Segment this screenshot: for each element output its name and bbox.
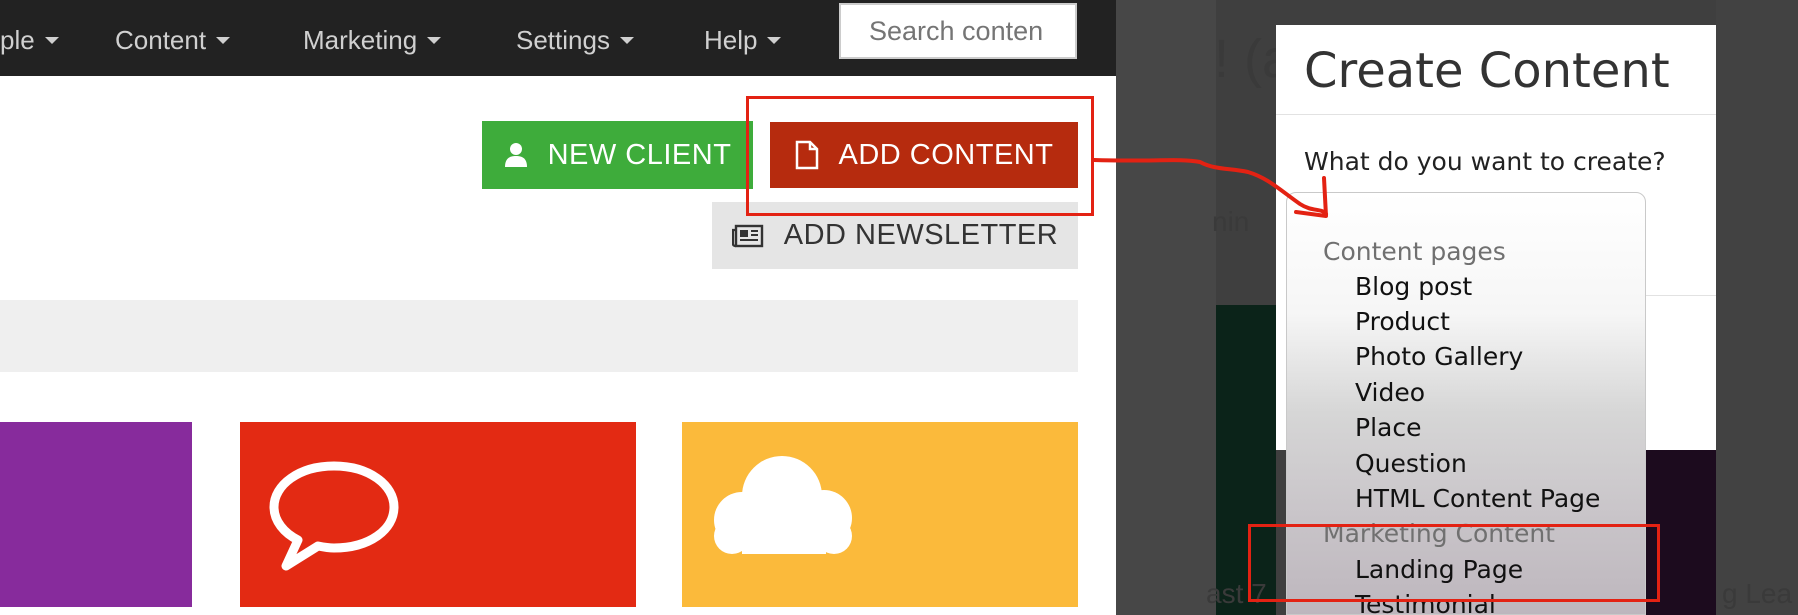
option-photo-gallery[interactable]: Photo Gallery — [1355, 342, 1523, 371]
highlight-box-landing-page — [1248, 524, 1660, 602]
modal-question-label: What do you want to create? — [1304, 147, 1666, 176]
caret-down-icon — [44, 36, 59, 44]
option-question[interactable]: Question — [1355, 449, 1467, 478]
cloud-icon — [714, 456, 852, 554]
modal-title: Create Content — [1304, 43, 1670, 99]
caret-down-icon — [619, 36, 634, 44]
option-product[interactable]: Product — [1355, 307, 1450, 336]
new-client-button[interactable]: NEW CLIENT — [482, 121, 753, 189]
tile-purple[interactable] — [0, 422, 192, 607]
nav-item-label: Content — [115, 25, 207, 55]
user-icon — [504, 142, 528, 168]
caret-down-icon — [216, 36, 231, 44]
option-place[interactable]: Place — [1355, 413, 1421, 442]
backdrop-strip — [1116, 0, 1216, 615]
backdrop-strip-right — [1716, 0, 1798, 615]
new-client-label: NEW CLIENT — [547, 138, 732, 171]
newspaper-icon — [731, 224, 764, 248]
gray-bar — [0, 300, 1078, 372]
search-input[interactable] — [839, 3, 1077, 59]
modal-divider — [1646, 295, 1716, 296]
nav-item-label: Settings — [516, 25, 610, 55]
nav-item-label: Help — [704, 25, 758, 55]
option-html-content-page[interactable]: HTML Content Page — [1355, 484, 1600, 513]
highlight-box-add-content — [746, 96, 1094, 216]
option-video[interactable]: Video — [1355, 378, 1425, 407]
nav-item-people[interactable]: ple — [0, 22, 59, 58]
modal-divider — [1276, 114, 1716, 115]
nav-item-content[interactable]: Content — [115, 22, 231, 58]
option-blog-post[interactable]: Blog post — [1355, 272, 1472, 301]
tile-cloud[interactable] — [682, 422, 1078, 607]
speech-bubble-icon — [269, 461, 399, 571]
background-text-fragment: g Lea — [1722, 578, 1793, 609]
nav-item-label: Marketing — [303, 25, 418, 55]
nav-item-marketing[interactable]: Marketing — [303, 22, 442, 58]
background-text-fragment: nin — [1212, 206, 1250, 237]
optgroup-content-pages: Content pages — [1323, 237, 1506, 266]
nav-item-label: ple — [0, 25, 35, 55]
caret-down-icon — [767, 36, 782, 44]
add-newsletter-label: ADD NEWSLETTER — [783, 219, 1059, 251]
nav-item-settings[interactable]: Settings — [516, 22, 634, 58]
tile-comments[interactable] — [240, 422, 636, 607]
nav-item-help[interactable]: Help — [704, 22, 782, 58]
caret-down-icon — [427, 36, 442, 44]
